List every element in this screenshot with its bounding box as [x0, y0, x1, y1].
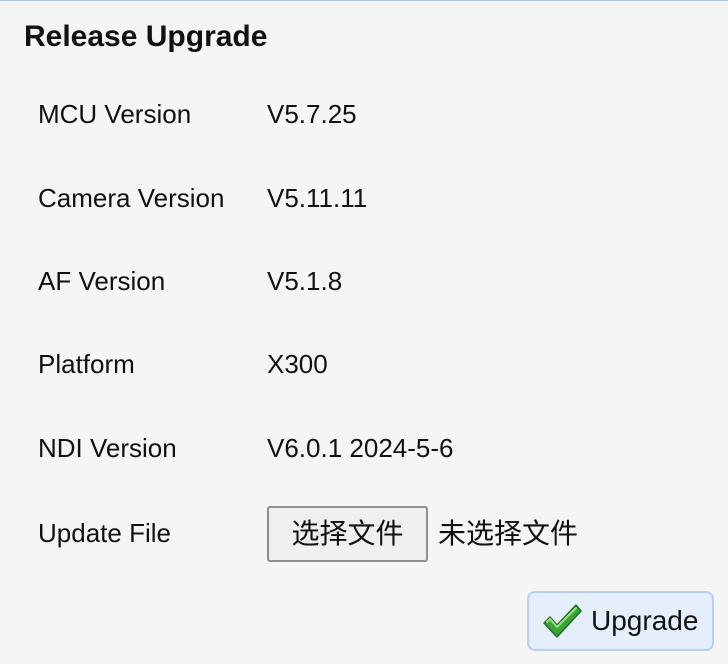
camera-version-value: V5.11.11 — [267, 183, 368, 213]
choose-file-button[interactable]: 选择文件 — [267, 506, 428, 562]
ndi-version-label: NDI Version — [38, 433, 177, 463]
mcu-version-label: MCU Version — [38, 99, 192, 129]
af-version-label: AF Version — [38, 266, 166, 296]
info-row-mcu-version: MCU Version V5.7.25 — [38, 97, 698, 131]
info-row-ndi-version: NDI Version V6.0.1 2024-5-6 — [38, 431, 698, 465]
info-row-platform: Platform X300 — [38, 347, 698, 381]
upgrade-button[interactable]: Upgrade — [527, 591, 714, 651]
platform-label: Platform — [38, 349, 135, 379]
ndi-version-value: V6.0.1 2024-5-6 — [267, 433, 454, 463]
page-title: Release Upgrade — [24, 20, 268, 53]
mcu-version-value: V5.7.25 — [267, 99, 357, 129]
af-version-value: V5.1.8 — [267, 266, 343, 296]
upgrade-button-label: Upgrade — [591, 605, 699, 636]
platform-value: X300 — [267, 349, 328, 379]
camera-version-label: Camera Version — [38, 183, 225, 213]
update-file-label: Update File — [38, 518, 171, 548]
file-status-text: 未选择文件 — [438, 517, 579, 550]
info-row-af-version: AF Version V5.1.8 — [38, 264, 698, 298]
info-row-camera-version: Camera Version V5.11.11 — [38, 181, 698, 215]
checkmark-icon — [543, 604, 582, 638]
